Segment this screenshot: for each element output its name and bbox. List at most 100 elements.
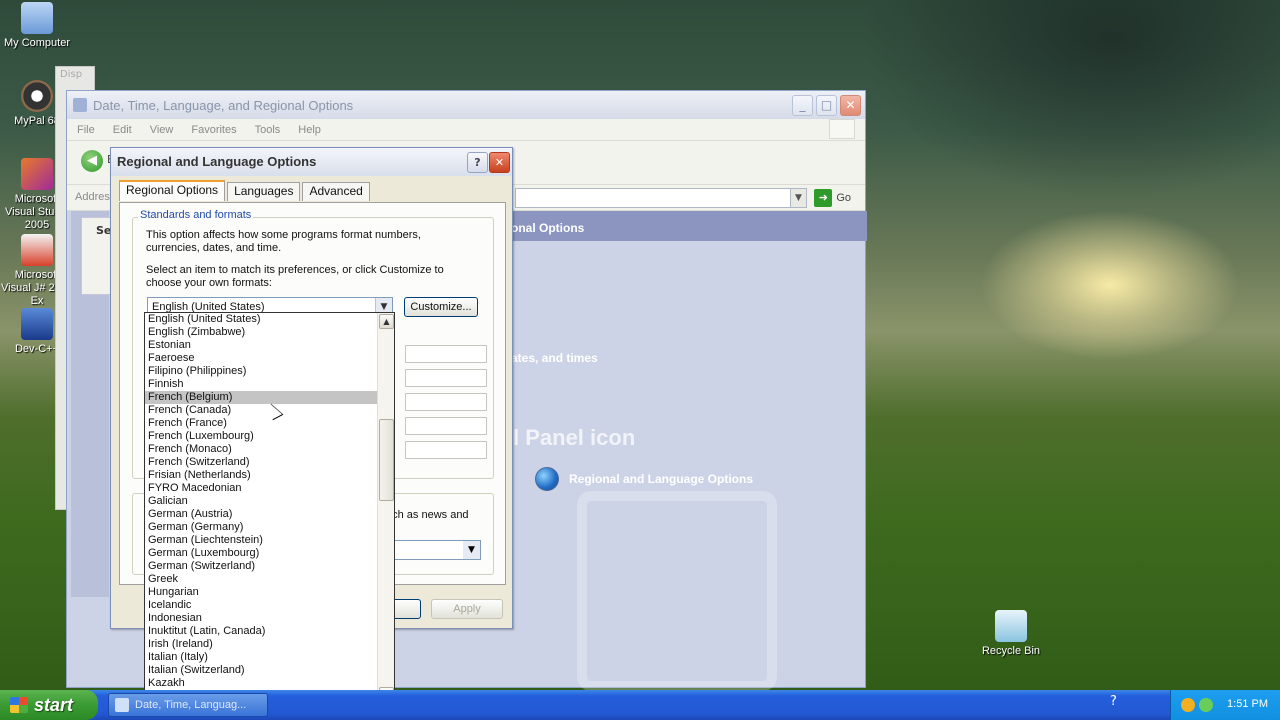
desktop-icon-recycle-bin[interactable]: Recycle Bin: [974, 610, 1048, 658]
desktop-icon-label: Recycle Bin: [981, 645, 1041, 657]
task-link[interactable]: ates, and times: [511, 351, 598, 365]
locale-list-item[interactable]: Irish (Ireland): [145, 638, 377, 651]
locale-list-item[interactable]: Inuktitut (Latin, Canada): [145, 625, 377, 638]
raccoon-icon: [21, 80, 53, 112]
location-combobox[interactable]: ▼: [393, 540, 481, 560]
back-button[interactable]: ◀: [81, 150, 103, 172]
locale-list-item[interactable]: Indonesian: [145, 612, 377, 625]
dialog-tabs: Regional Options Languages Advanced: [119, 180, 372, 202]
search-icon[interactable]: [1181, 698, 1195, 712]
menu-bar: File Edit View Favorites Tools Help: [67, 119, 865, 141]
locale-list-item[interactable]: French (Switzerland): [145, 456, 377, 469]
windows-logo-icon: [829, 119, 855, 139]
jsharp-icon: [21, 234, 53, 266]
start-button[interactable]: start: [0, 690, 98, 720]
control-panel-icon: [73, 98, 87, 112]
menu-edit[interactable]: Edit: [113, 124, 132, 136]
dropdown-scrollbar[interactable]: ▲ ▼: [377, 313, 394, 703]
background-window-title: Disp: [60, 69, 83, 80]
chevron-down-icon[interactable]: ▼: [463, 541, 480, 559]
network-icon[interactable]: [1199, 698, 1213, 712]
recycle-bin-icon: [995, 610, 1027, 642]
visual-studio-icon: [21, 158, 53, 190]
globe-icon: [535, 467, 559, 491]
close-button[interactable]: ✕: [840, 95, 861, 116]
tab-regional-options[interactable]: Regional Options: [119, 180, 226, 201]
dialog-help-button[interactable]: ?: [467, 152, 488, 173]
go-label: Go: [836, 192, 851, 204]
tab-advanced[interactable]: Advanced: [302, 182, 370, 201]
location-text: uch as news and: [386, 509, 469, 521]
locale-list-item[interactable]: Kazakh: [145, 677, 377, 690]
watermark-checkmark-icon: [577, 491, 777, 691]
scroll-up-button[interactable]: ▲: [379, 314, 394, 329]
sample-short-date-field: [405, 417, 487, 435]
locale-list-item[interactable]: Estonian: [145, 339, 377, 352]
locale-list-item[interactable]: Icelandic: [145, 599, 377, 612]
regional-options-link-label: Regional and Language Options: [569, 472, 754, 486]
locale-list-item[interactable]: English (United States): [145, 313, 377, 326]
clock[interactable]: 1:51 PM: [1227, 698, 1268, 710]
menu-help[interactable]: Help: [298, 124, 321, 136]
menu-favorites[interactable]: Favorites: [191, 124, 236, 136]
locale-list-item[interactable]: FYRO Macedonian: [145, 482, 377, 495]
sample-number-field: [405, 345, 487, 363]
locale-list-item[interactable]: French (Monaco): [145, 443, 377, 456]
locale-dropdown-list[interactable]: English (United States) English (Zimbabwe…: [144, 312, 395, 704]
address-input[interactable]: [515, 188, 805, 208]
windows-flag-icon: [10, 697, 28, 713]
dialog-title: Regional and Language Options: [117, 154, 317, 169]
desktop-icon-my-computer[interactable]: My Computer: [0, 2, 74, 50]
locale-list-item[interactable]: German (Liechtenstein): [145, 534, 377, 547]
window-title: Date, Time, Language, and Regional Optio…: [93, 97, 354, 113]
locale-list: English (United States) English (Zimbabwe…: [145, 313, 377, 703]
locale-list-item[interactable]: Galician: [145, 495, 377, 508]
description-text: This option affects how some programs fo…: [146, 229, 421, 254]
locale-list-item[interactable]: French (Canada): [145, 404, 377, 417]
locale-list-item[interactable]: Italian (Italy): [145, 651, 377, 664]
locale-list-item[interactable]: German (Luxembourg): [145, 547, 377, 560]
locale-list-item[interactable]: German (Austria): [145, 508, 377, 521]
tab-languages[interactable]: Languages: [227, 182, 301, 201]
customize-button[interactable]: Customize...: [404, 297, 478, 317]
menu-file[interactable]: File: [77, 124, 95, 136]
dev-cpp-icon: [21, 308, 53, 340]
minimize-button[interactable]: _: [792, 95, 813, 116]
window-titlebar[interactable]: Date, Time, Language, and Regional Optio…: [67, 91, 865, 119]
locale-list-item[interactable]: Italian (Switzerland): [145, 664, 377, 677]
sample-currency-field: [405, 369, 487, 387]
menu-view[interactable]: View: [150, 124, 174, 136]
locale-list-item[interactable]: Greek: [145, 573, 377, 586]
maximize-button[interactable]: □: [816, 95, 837, 116]
category-header: onal Options: [501, 211, 867, 241]
taskbar: start Date, Time, Languag... ? 1:51 PM: [0, 690, 1280, 720]
menu-tools[interactable]: Tools: [255, 124, 281, 136]
locale-list-item[interactable]: French (Belgium): [145, 391, 377, 404]
locale-list-item[interactable]: Filipino (Philippines): [145, 365, 377, 378]
go-button[interactable]: ➜ Go: [814, 189, 851, 207]
dialog-close-button[interactable]: ✕: [489, 152, 510, 173]
desktop-icon-label: My Computer: [3, 37, 71, 49]
apply-button[interactable]: Apply: [431, 599, 503, 619]
sample-long-date-field: [405, 441, 487, 459]
locale-list-item[interactable]: Faeroese: [145, 352, 377, 365]
desktop-icon-label: MyPal 68: [14, 115, 60, 127]
address-dropdown-button[interactable]: ▼: [790, 188, 807, 208]
taskbar-item-control-panel[interactable]: Date, Time, Languag...: [108, 693, 268, 717]
locale-list-item[interactable]: French (Luxembourg): [145, 430, 377, 443]
regional-options-link[interactable]: Regional and Language Options: [535, 467, 753, 491]
locale-list-item[interactable]: Hungarian: [145, 586, 377, 599]
scroll-thumb[interactable]: [379, 419, 394, 501]
locale-list-item[interactable]: Frisian (Netherlands): [145, 469, 377, 482]
dialog-titlebar[interactable]: Regional and Language Options ? ✕: [111, 148, 512, 176]
locale-list-item[interactable]: Finnish: [145, 378, 377, 391]
locale-list-item[interactable]: German (Switzerland): [145, 560, 377, 573]
control-panel-icon: [115, 698, 129, 712]
locale-list-item[interactable]: English (Zimbabwe): [145, 326, 377, 339]
help-icon[interactable]: ?: [1110, 694, 1117, 709]
locale-list-item[interactable]: German (Germany): [145, 521, 377, 534]
group-title: Standards and formats: [138, 209, 254, 221]
locale-list-item[interactable]: French (France): [145, 417, 377, 430]
system-tray: 1:51 PM: [1170, 690, 1280, 720]
sky-shadow: [860, 0, 1280, 200]
